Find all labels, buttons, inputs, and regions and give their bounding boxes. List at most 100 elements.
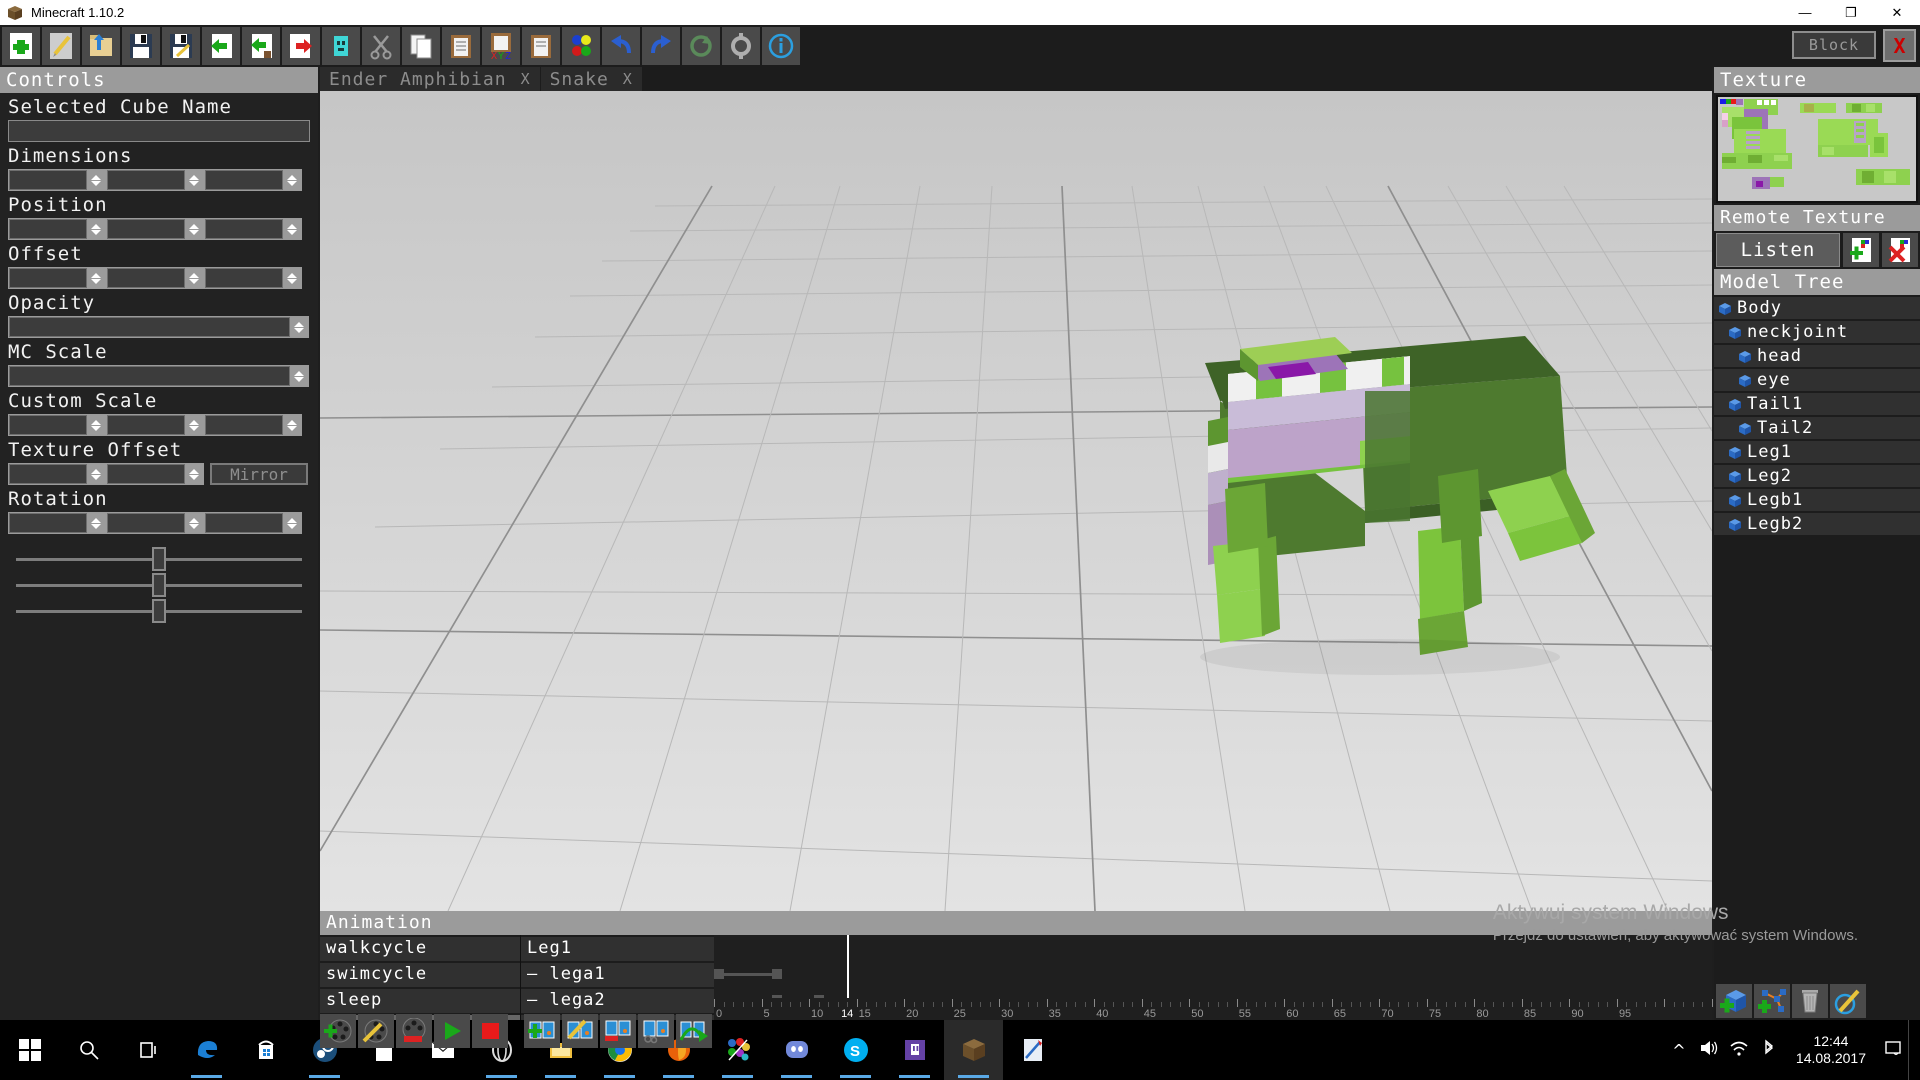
settings-icon[interactable] (722, 27, 760, 65)
offset-y-stepper[interactable] (106, 267, 204, 289)
minecraft-icon[interactable] (944, 1020, 1003, 1080)
animation-item-swimcycle[interactable]: swimcycle (320, 963, 520, 987)
redo-icon[interactable] (642, 27, 680, 65)
edit-keyframe-icon[interactable] (562, 1014, 598, 1048)
close-document-button[interactable]: X (1883, 29, 1916, 62)
tree-node-eye[interactable]: eye (1714, 369, 1920, 391)
paste-icon[interactable] (442, 27, 480, 65)
paste-xyz-icon[interactable]: X Y Z (482, 27, 520, 65)
edit-node-icon[interactable] (1830, 984, 1866, 1018)
keyframe-item-lega2[interactable]: – lega2 (521, 989, 714, 1013)
undo-icon[interactable] (602, 27, 640, 65)
tree-node-head[interactable]: head (1714, 345, 1920, 367)
tree-node-tail1[interactable]: Tail1 (1714, 393, 1920, 415)
keyframe-group-leg1[interactable]: Leg1 (521, 937, 714, 961)
tree-node-legb1[interactable]: Legb1 (1714, 489, 1920, 511)
bluetooth-icon[interactable] (1754, 1039, 1784, 1061)
mirror-button[interactable]: Mirror (210, 463, 308, 485)
wifi-icon[interactable] (1724, 1039, 1754, 1061)
animation-item-sleep[interactable]: sleep (320, 989, 520, 1013)
info-icon[interactable] (762, 27, 800, 65)
texture-preview[interactable] (1716, 95, 1918, 203)
add-cube-icon[interactable] (1716, 984, 1752, 1018)
task-view-icon[interactable] (118, 1020, 177, 1080)
tab-ender-amphibian[interactable]: Ender Amphibian X (320, 67, 541, 91)
texture-offset-u-stepper[interactable] (8, 463, 106, 485)
rotation-y-slider[interactable] (14, 572, 304, 598)
remove-remote-texture-icon[interactable] (1882, 233, 1918, 267)
tree-node-legb2[interactable]: Legb2 (1714, 513, 1920, 535)
timeline-tracks[interactable]: 0 5 10 15 20 25 30 35 40 45 50 55 60 65 70 75 80 85 90 95 14 (714, 935, 1713, 1057)
texture-offset-v-stepper[interactable] (106, 463, 204, 485)
tree-node-neckjoint[interactable]: neckjoint (1714, 321, 1920, 343)
mc-scale-stepper[interactable] (8, 365, 309, 387)
search-icon[interactable] (59, 1020, 118, 1080)
custom-scale-z-stepper[interactable] (204, 414, 302, 436)
start-button[interactable] (0, 1020, 59, 1080)
position-x-stepper[interactable] (8, 218, 106, 240)
play-button[interactable] (434, 1014, 470, 1048)
offset-z-stepper[interactable] (204, 267, 302, 289)
import-java-icon[interactable] (242, 27, 280, 65)
edge-icon[interactable] (177, 1020, 236, 1080)
rotation-z-stepper[interactable] (204, 512, 302, 534)
delete-node-icon[interactable] (1792, 984, 1828, 1018)
add-joint-icon[interactable] (1754, 984, 1790, 1018)
new-file-icon[interactable] (2, 27, 40, 65)
show-hidden-icons[interactable]: ^ (1664, 1041, 1694, 1060)
open-folder-icon[interactable] (82, 27, 120, 65)
tab-snake[interactable]: Snake X (540, 67, 643, 91)
dimensions-z-stepper[interactable] (204, 169, 302, 191)
timeline-ruler[interactable]: 0 5 10 15 20 25 30 35 40 45 50 55 60 65 70 75 80 85 90 95 14 (714, 998, 1713, 1020)
position-z-stepper[interactable] (204, 218, 302, 240)
clipboard-icon[interactable] (522, 27, 560, 65)
keyframe-item-lega1[interactable]: – lega1 (521, 963, 714, 987)
rotation-x-slider[interactable] (14, 546, 304, 572)
taskbar-clock[interactable]: 12:44 14.08.2017 (1784, 1033, 1878, 1067)
delete-keyframe-icon[interactable] (600, 1014, 636, 1048)
skype-icon[interactable]: S (826, 1020, 885, 1080)
close-icon[interactable]: X (521, 70, 531, 88)
edit-file-icon[interactable] (42, 27, 80, 65)
tree-node-leg1[interactable]: Leg1 (1714, 441, 1920, 463)
stop-button[interactable] (472, 1014, 508, 1048)
refresh-icon[interactable] (682, 27, 720, 65)
entity-icon[interactable] (322, 27, 360, 65)
volume-icon[interactable] (1694, 1039, 1724, 1061)
tree-node-leg2[interactable]: Leg2 (1714, 465, 1920, 487)
copy-keyframe-icon[interactable] (638, 1014, 674, 1048)
modelcreator-icon[interactable] (1003, 1020, 1062, 1080)
add-remote-texture-icon[interactable] (1843, 233, 1879, 267)
dimensions-y-stepper[interactable] (106, 169, 204, 191)
import-icon[interactable] (202, 27, 240, 65)
3d-viewport[interactable] (320, 91, 1712, 911)
paintnet-icon[interactable] (708, 1020, 767, 1080)
cut-icon[interactable] (362, 27, 400, 65)
offset-x-stepper[interactable] (8, 267, 106, 289)
minimize-button[interactable]: — (1782, 0, 1828, 25)
custom-scale-x-stepper[interactable] (8, 414, 106, 436)
twitch-icon[interactable] (885, 1020, 944, 1080)
block-mode-button[interactable]: Block (1792, 31, 1876, 59)
discord-icon[interactable] (767, 1020, 826, 1080)
edit-animation-icon[interactable] (358, 1014, 394, 1048)
add-keyframe-icon[interactable] (524, 1014, 560, 1048)
add-animation-icon[interactable] (320, 1014, 356, 1048)
tree-node-tail2[interactable]: Tail2 (1714, 417, 1920, 439)
notification-icon[interactable] (1878, 1039, 1908, 1061)
listen-button[interactable]: Listen (1716, 233, 1840, 267)
plugins-icon[interactable] (562, 27, 600, 65)
position-y-stepper[interactable] (106, 218, 204, 240)
show-desktop-button[interactable] (1908, 1020, 1920, 1080)
opacity-stepper[interactable] (8, 316, 309, 338)
store-icon[interactable] (236, 1020, 295, 1080)
rotation-z-slider[interactable] (14, 598, 304, 624)
animation-item-walkcycle[interactable]: walkcycle (320, 937, 520, 961)
save-icon[interactable] (122, 27, 160, 65)
rotation-y-stepper[interactable] (106, 512, 204, 534)
custom-scale-y-stepper[interactable] (106, 414, 204, 436)
save-as-icon[interactable] (162, 27, 200, 65)
dimensions-x-stepper[interactable] (8, 169, 106, 191)
delete-animation-icon[interactable] (396, 1014, 432, 1048)
maximize-button[interactable]: ❐ (1828, 0, 1874, 25)
